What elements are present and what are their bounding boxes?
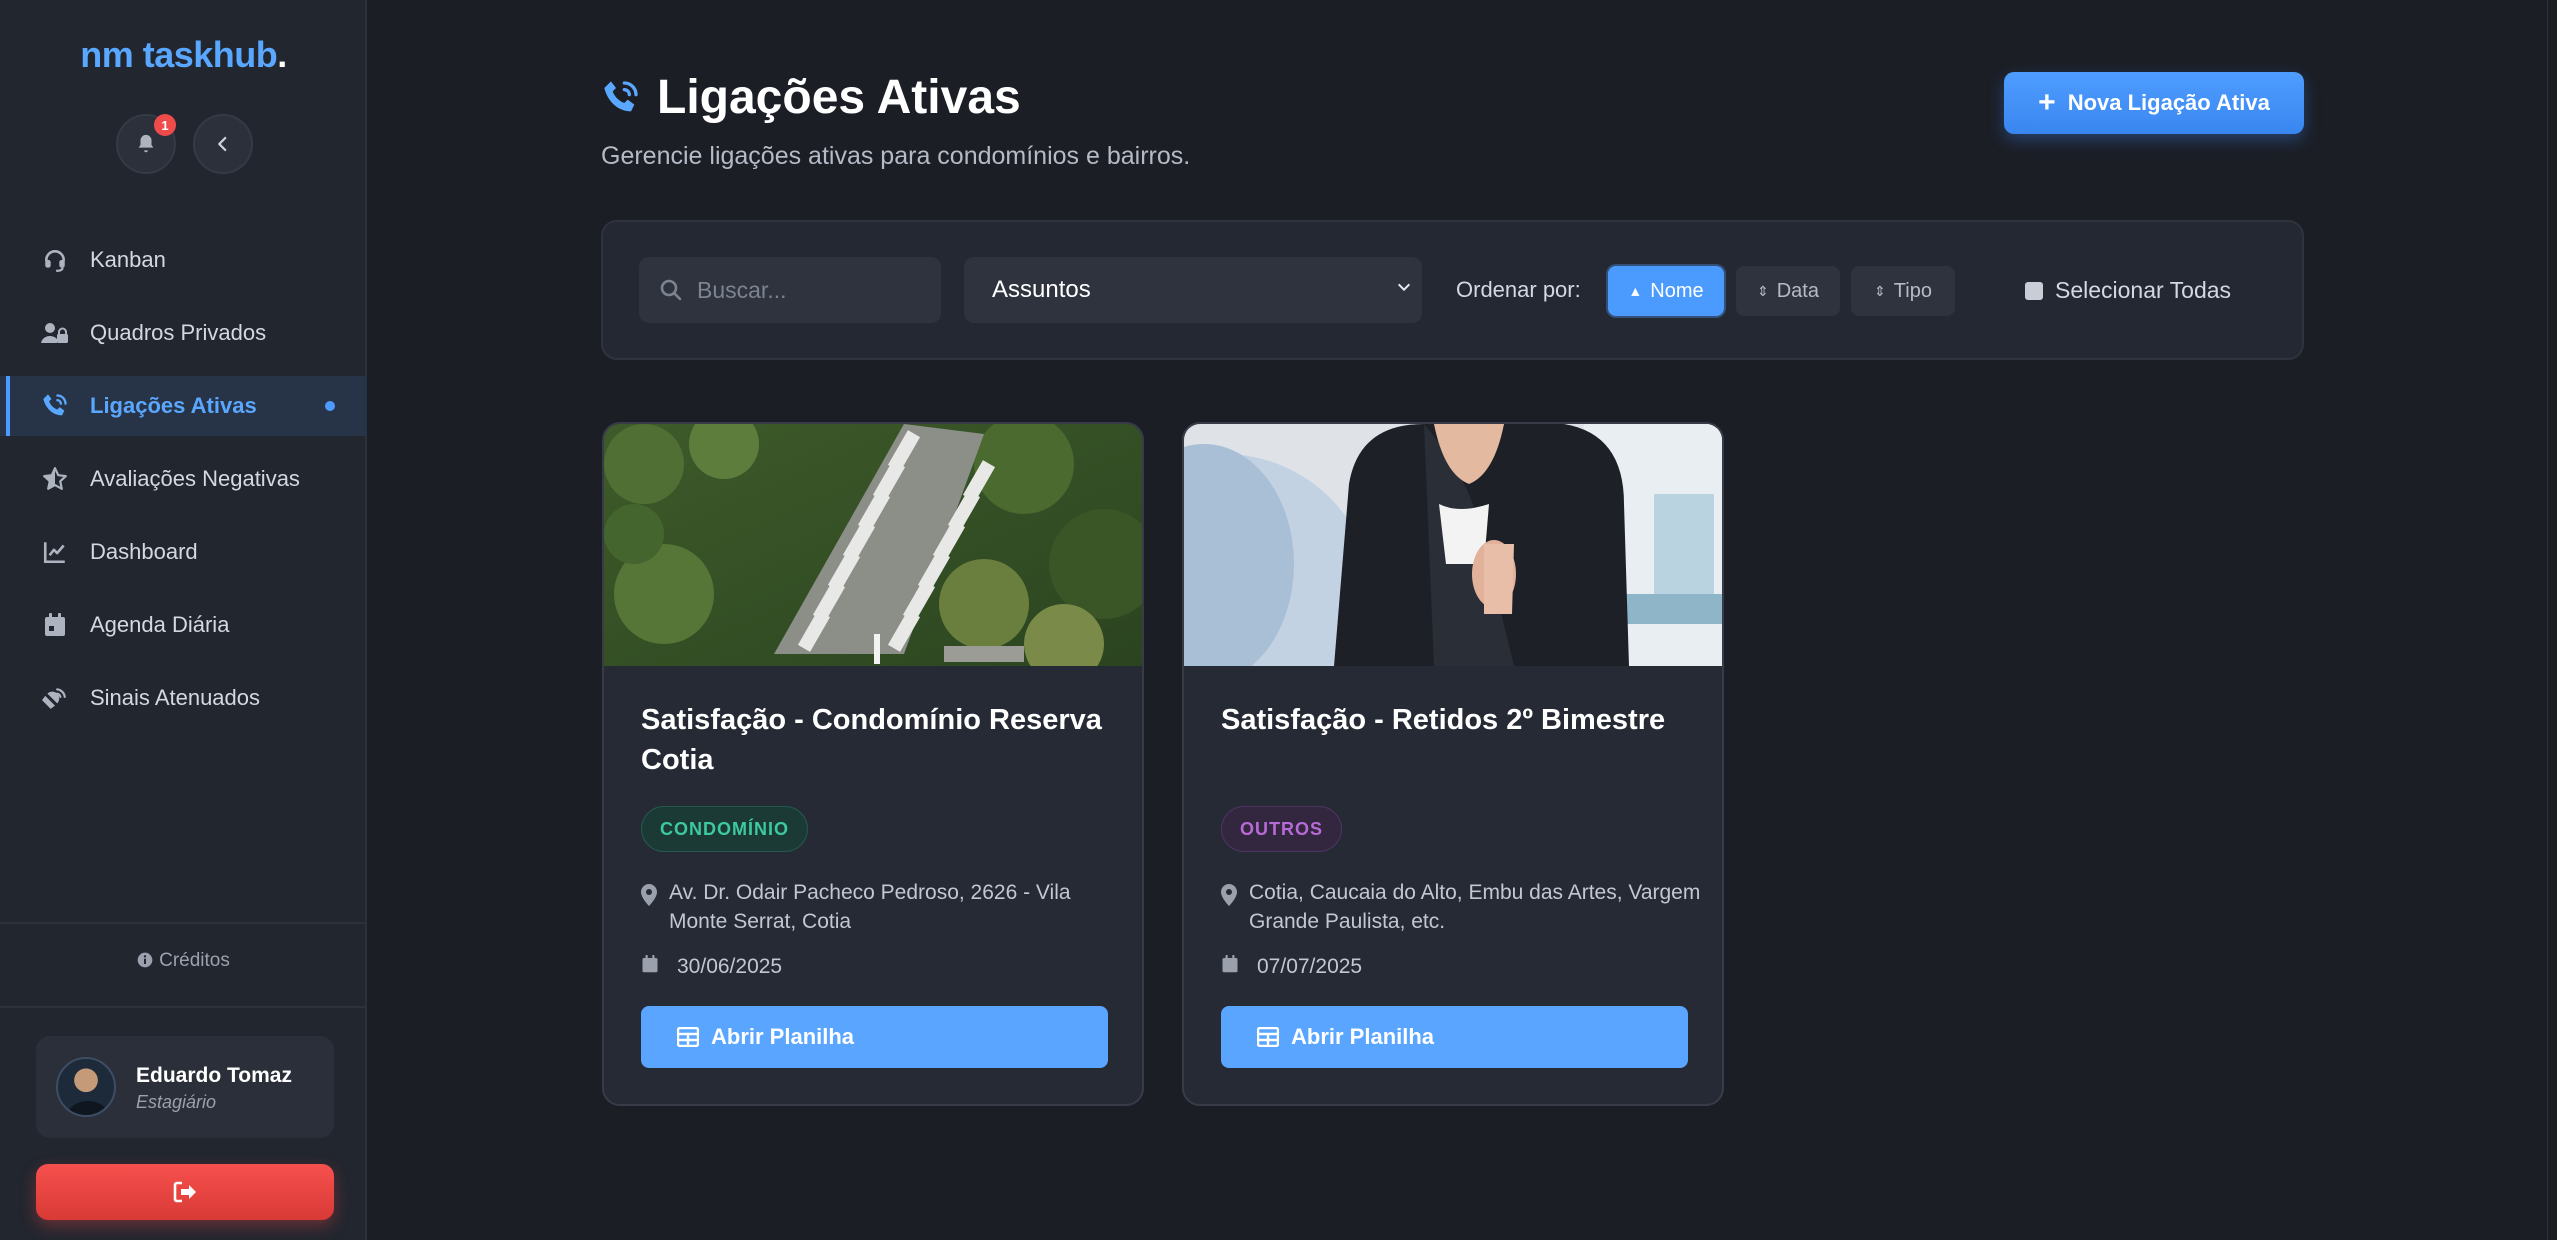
search-box[interactable] <box>639 257 941 323</box>
order-by-label: Ordenar por: <box>1456 277 1581 302</box>
sort-icon: ⇕ <box>1874 283 1886 299</box>
location-text: Cotia, Caucaia do Alto, Embu das Artes, … <box>1249 881 1701 933</box>
notification-badge: 1 <box>154 114 176 136</box>
select-all-checkbox[interactable]: Selecionar Todas <box>2025 277 2231 304</box>
user-profile-card[interactable]: Eduardo Tomaz Estagiário <box>36 1036 334 1138</box>
date-text: 30/06/2025 <box>677 955 783 978</box>
sidebar-item-label: Sinais Atenuados <box>90 685 261 710</box>
category-badge: OUTROS <box>1221 806 1343 852</box>
app-logo[interactable]: nm taskhub. <box>0 34 367 76</box>
sidebar-divider <box>0 1006 367 1008</box>
search-icon <box>660 279 682 301</box>
avatar <box>56 1057 116 1117</box>
card-date: 30/06/2025 <box>641 954 782 980</box>
active-indicator-dot <box>325 401 335 411</box>
headset-icon <box>40 245 70 275</box>
user-lock-icon <box>40 318 70 348</box>
card-title: Satisfação - Retidos 2º Bimestre <box>1221 704 1666 736</box>
page-header: Ligações Ativas <box>601 70 1021 125</box>
business-meeting-photo <box>1184 424 1722 666</box>
chart-line-icon <box>40 537 70 567</box>
map-pin-icon <box>1221 878 1249 936</box>
subject-select-value: Assuntos <box>992 276 1091 303</box>
sidebar-item-label: Ligações Ativas <box>90 393 257 418</box>
open-spreadsheet-label: Abrir Planilha <box>711 1024 855 1049</box>
checkbox[interactable] <box>2025 281 2043 300</box>
collapse-sidebar-button[interactable] <box>193 114 253 174</box>
plus-icon: + <box>2038 86 2056 119</box>
chevron-down-icon <box>1397 283 1411 292</box>
sidebar-item-ligacoes-ativas[interactable]: Ligações Ativas <box>0 376 367 436</box>
category-badge: CONDOMÍNIO <box>641 806 808 852</box>
card-location: Cotia, Caucaia do Alto, Embu das Artes, … <box>1221 878 1701 936</box>
sort-by-name-button[interactable]: ▲ Nome <box>1608 266 1724 316</box>
subject-select[interactable]: Assuntos <box>964 257 1422 323</box>
sidebar: nm taskhub. 1 Kanban Quadros Privados Li… <box>0 0 367 1240</box>
info-icon <box>137 952 153 968</box>
sign-out-icon <box>173 1181 196 1203</box>
sidebar-item-quadros-privados[interactable]: Quadros Privados <box>0 303 367 363</box>
condominium-aerial-photo <box>604 424 1142 666</box>
open-spreadsheet-label: Abrir Planilha <box>1291 1024 1435 1049</box>
open-spreadsheet-button[interactable]: Abrir Planilha <box>641 1006 1108 1068</box>
call-card[interactable]: Satisfação - Condomínio Reserva Cotia CO… <box>602 422 1144 1106</box>
sort-type-label: Tipo <box>1893 279 1932 302</box>
chevron-left-icon <box>218 136 227 152</box>
calendar-icon <box>641 954 677 980</box>
phone-volume-icon <box>604 80 638 111</box>
sidebar-nav: Kanban Quadros Privados Ligações Ativas … <box>0 230 367 741</box>
date-text: 07/07/2025 <box>1257 955 1363 978</box>
page-title: Ligações Ativas <box>657 71 1021 124</box>
map-pin-icon <box>641 878 669 936</box>
search-input[interactable] <box>695 275 925 305</box>
select-all-label: Selecionar Todas <box>2055 277 2232 303</box>
logout-button[interactable] <box>36 1164 334 1220</box>
page-subtitle: Gerencie ligações ativas para condomínio… <box>601 142 1191 170</box>
card-date: 07/07/2025 <box>1221 954 1362 980</box>
sidebar-item-label: Avaliações Negativas <box>90 466 300 491</box>
call-card[interactable]: Satisfação - Retidos 2º Bimestre OUTROS … <box>1182 422 1724 1106</box>
table-icon <box>677 1027 699 1047</box>
sidebar-item-avaliacoes-negativas[interactable]: Avaliações Negativas <box>0 449 367 509</box>
sidebar-item-label: Dashboard <box>90 539 198 564</box>
card-location: Av. Dr. Odair Pacheco Pedroso, 2626 - Vi… <box>641 878 1121 936</box>
sidebar-item-sinais-atenuados[interactable]: Sinais Atenuados <box>0 668 367 728</box>
user-name: Eduardo Tomaz <box>136 1064 292 1087</box>
new-active-call-label: Nova Ligação Ativa <box>2067 90 2270 115</box>
sidebar-item-agenda-diaria[interactable]: Agenda Diária <box>0 595 367 655</box>
star-half-icon <box>40 464 70 494</box>
notifications-button[interactable]: 1 <box>116 114 176 174</box>
page-scrollbar[interactable] <box>2547 0 2557 1240</box>
card-title: Satisfação - Condomínio Reserva Cotia <box>641 704 1102 776</box>
sidebar-item-kanban[interactable]: Kanban <box>0 230 367 290</box>
credits-link[interactable]: Créditos <box>0 950 367 972</box>
sort-up-icon: ▲ <box>1628 283 1643 299</box>
sidebar-divider <box>0 922 367 924</box>
credits-label: Créditos <box>159 950 230 971</box>
bell-icon <box>138 134 154 153</box>
sort-icon: ⇕ <box>1757 283 1769 299</box>
sidebar-item-dashboard[interactable]: Dashboard <box>0 522 367 582</box>
table-icon <box>1257 1027 1279 1047</box>
sort-by-date-button[interactable]: ⇕ Data <box>1736 266 1840 316</box>
sort-name-label: Nome <box>1650 279 1704 302</box>
calendar-icon <box>40 610 70 640</box>
filter-bar: Assuntos Ordenar por: ▲Nome ⇕Data ⇕Tipo … <box>601 220 2304 360</box>
phone-volume-icon <box>40 391 70 421</box>
location-text: Av. Dr. Odair Pacheco Pedroso, 2626 - Vi… <box>669 881 1071 933</box>
satellite-dish-icon <box>40 683 70 713</box>
sort-by-type-button[interactable]: ⇕ Tipo <box>1851 266 1955 316</box>
sidebar-item-label: Agenda Diária <box>90 612 230 637</box>
sidebar-item-label: Quadros Privados <box>90 320 267 345</box>
new-active-call-button[interactable]: + Nova Ligação Ativa <box>2004 72 2304 134</box>
sort-date-label: Data <box>1776 279 1819 302</box>
calendar-icon <box>1221 954 1257 980</box>
user-role: Estagiário <box>136 1092 217 1112</box>
open-spreadsheet-button[interactable]: Abrir Planilha <box>1221 1006 1688 1068</box>
sidebar-item-label: Kanban <box>90 247 166 272</box>
